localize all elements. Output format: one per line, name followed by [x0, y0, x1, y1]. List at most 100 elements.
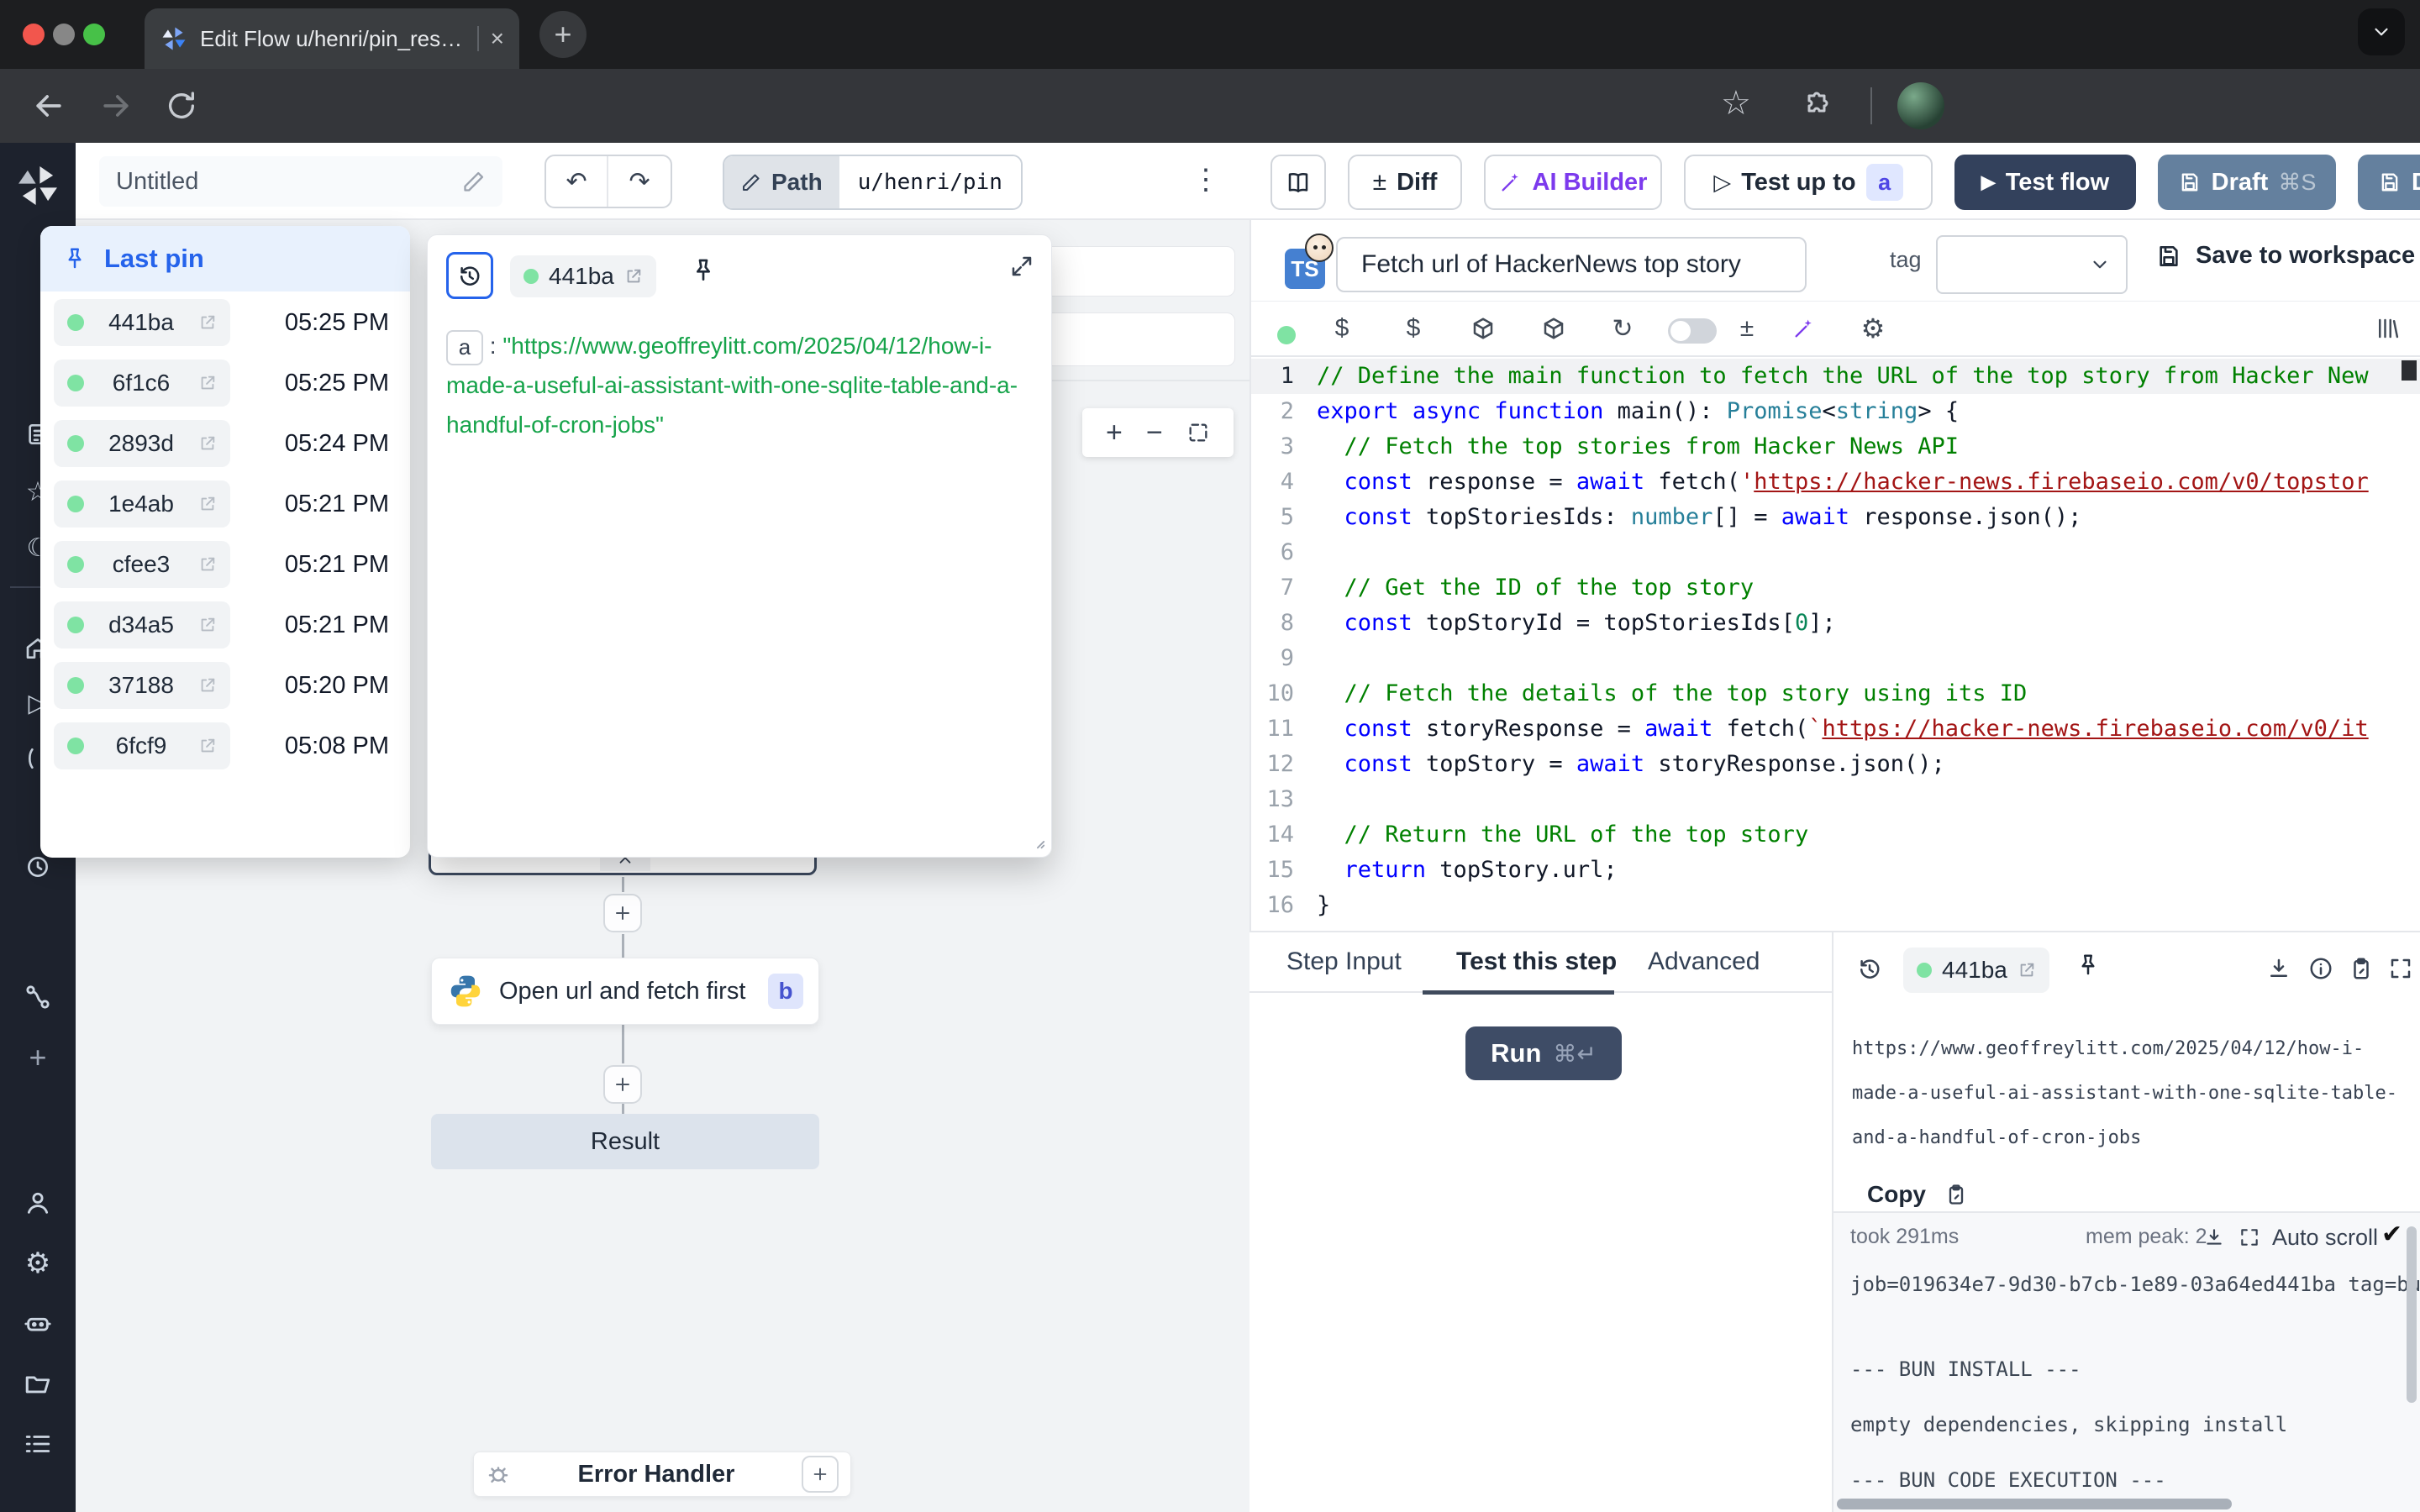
expand-icon[interactable]	[1009, 254, 1034, 279]
ai-builder-button[interactable]: AI Builder	[1484, 155, 1662, 210]
info-icon[interactable]	[2308, 956, 2333, 981]
reload-icon[interactable]: ↻	[1607, 313, 1638, 344]
history-icon[interactable]	[1857, 956, 1882, 981]
code-line[interactable]: 13	[1251, 782, 2420, 817]
history-button[interactable]	[446, 252, 493, 299]
tag-select[interactable]	[1936, 235, 2128, 294]
external-link-icon[interactable]	[198, 676, 217, 695]
result-pin-pill[interactable]: 441ba	[1903, 948, 2049, 993]
code-line[interactable]: 7 // Get the ID of the top story	[1251, 570, 2420, 606]
sidebar-add-icon[interactable]: +	[24, 1043, 52, 1072]
new-tab-button[interactable]: +	[539, 11, 587, 58]
pin-id-pill[interactable]: 6fcf9	[54, 722, 230, 769]
code-line[interactable]: 8 const topStoryId = topStoriesIds[0];	[1251, 606, 2420, 641]
auto-scroll-checkbox[interactable]: ✔	[2381, 1220, 2402, 1249]
pin-id-pill[interactable]: 441ba	[54, 299, 230, 346]
pin-id-pill[interactable]: 6f1c6	[54, 360, 230, 407]
pin-id-pill[interactable]: cfee3	[54, 541, 230, 588]
code-line[interactable]: 9	[1251, 641, 2420, 676]
download-log-icon[interactable]	[2203, 1226, 2225, 1248]
copy-button[interactable]: Copy	[1867, 1181, 1968, 1208]
tab-close-icon[interactable]: ×	[491, 25, 504, 52]
forward-icon[interactable]	[97, 87, 134, 124]
code-line[interactable]: 11 const storyResponse = await fetch(`ht…	[1251, 711, 2420, 747]
external-link-icon[interactable]	[198, 737, 217, 755]
sidebar-item-folders[interactable]	[24, 1369, 52, 1398]
ai-assistant-icon[interactable]	[1789, 313, 1819, 344]
extensions-icon[interactable]	[1802, 91, 1832, 121]
test-up-to-target-badge[interactable]: a	[1866, 164, 1903, 201]
code-line[interactable]: 14 // Return the URL of the top story	[1251, 817, 2420, 853]
test-flow-button[interactable]: ▶Test flow	[1954, 155, 2136, 210]
json-key-badge[interactable]: a	[446, 330, 483, 365]
fullscreen-icon[interactable]	[2388, 956, 2413, 981]
path-control[interactable]: Path u/henri/pin	[723, 155, 1023, 210]
code-line[interactable]: 12 const topStory = await storyResponse.…	[1251, 747, 2420, 782]
save-to-workspace-button[interactable]: Save to workspace	[2155, 242, 2415, 270]
pin-id-pill[interactable]: 441ba	[510, 255, 656, 297]
external-link-icon[interactable]	[198, 374, 217, 392]
pin-icon[interactable]	[690, 257, 717, 284]
external-link-icon[interactable]	[198, 313, 217, 332]
dependencies-icon[interactable]	[1468, 313, 1498, 344]
code-line[interactable]: 2export async function main(): Promise<s…	[1251, 394, 2420, 429]
code-editor[interactable]: 1// Define the main function to fetch th…	[1251, 359, 2420, 931]
add-error-handler-icon[interactable]	[802, 1456, 839, 1493]
draft-button[interactable]: Draft ⌘S	[2158, 155, 2336, 210]
assets-icon[interactable]: $	[1327, 313, 1357, 344]
pin-id-pill[interactable]: 1e4ab	[54, 480, 230, 528]
toggle-switch-off[interactable]	[1668, 318, 1717, 344]
editor-scrollbar-thumb[interactable]	[2402, 360, 2417, 381]
more-options-icon[interactable]: ⋮	[1192, 163, 1220, 197]
diff-button[interactable]: ±Diff	[1348, 155, 1462, 210]
script-settings-icon[interactable]: ⚙	[1858, 313, 1888, 344]
step-name-input[interactable]: Fetch url of HackerNews top story	[1336, 237, 1807, 292]
external-link-icon[interactable]	[198, 434, 217, 453]
macos-close-button[interactable]	[23, 24, 45, 45]
redo-button[interactable]: ↷	[608, 156, 671, 207]
code-line[interactable]: 5 const topStoriesIds: number[] = await …	[1251, 500, 2420, 535]
test-up-to-button[interactable]: ▷ Test up to a	[1684, 155, 1933, 210]
tab-search-button[interactable]	[2358, 8, 2405, 55]
library-icon[interactable]	[2372, 313, 2402, 344]
diff-icon[interactable]: ±	[1732, 313, 1762, 344]
code-line[interactable]: 4 const response = await fetch('https://…	[1251, 465, 2420, 500]
pin-icon[interactable]	[2075, 953, 2101, 978]
add-step-button[interactable]	[603, 894, 642, 932]
deploy-button[interactable]: Deploy	[2358, 155, 2420, 210]
pin-id-pill[interactable]: d34a5	[54, 601, 230, 648]
packages-icon[interactable]	[1539, 313, 1569, 344]
external-link-icon[interactable]	[2018, 961, 2036, 979]
sidebar-item-routes[interactable]	[24, 983, 52, 1011]
zoom-out-icon[interactable]: −	[1146, 417, 1163, 449]
python-step-node[interactable]: Open url and fetch first 500 words of ..…	[431, 958, 819, 1025]
zoom-in-icon[interactable]: +	[1106, 417, 1123, 449]
error-handler-node[interactable]: Error Handler	[473, 1452, 851, 1497]
bookmark-star-icon[interactable]: ☆	[1721, 84, 1751, 123]
browser-tab[interactable]: Edit Flow u/henri/pin_results ×	[145, 8, 519, 69]
vertical-scrollbar-thumb[interactable]	[2407, 1226, 2417, 1403]
external-link-icon[interactable]	[198, 616, 217, 634]
external-link-icon[interactable]	[198, 495, 217, 513]
sidebar-item-workers[interactable]	[24, 1310, 52, 1338]
flow-title-input[interactable]: Untitled	[99, 156, 502, 207]
sidebar-item-users[interactable]	[24, 1189, 52, 1217]
resize-handle[interactable]	[1028, 832, 1046, 850]
code-line[interactable]: 1// Define the main function to fetch th…	[1251, 359, 2420, 394]
macos-minimize-button[interactable]	[53, 24, 75, 45]
code-line[interactable]: 16}	[1251, 888, 2420, 923]
code-line[interactable]: 3 // Fetch the top stories from Hacker N…	[1251, 429, 2420, 465]
sidebar-item-settings[interactable]: ⚙	[24, 1249, 52, 1278]
expand-log-icon[interactable]	[2238, 1226, 2260, 1248]
pin-id-pill[interactable]: 37188	[54, 662, 230, 709]
external-link-icon[interactable]	[198, 555, 217, 574]
tab-test-this-step[interactable]: Test this step	[1456, 948, 1617, 976]
avatar[interactable]	[1897, 82, 1944, 129]
undo-button[interactable]: ↶	[546, 156, 608, 207]
code-line[interactable]: 6	[1251, 535, 2420, 570]
add-step-button[interactable]	[603, 1065, 642, 1104]
edit-pencil-icon[interactable]	[462, 170, 486, 193]
result-node[interactable]: Result	[431, 1114, 819, 1169]
back-icon[interactable]	[30, 87, 67, 124]
docs-button[interactable]	[1270, 155, 1326, 210]
